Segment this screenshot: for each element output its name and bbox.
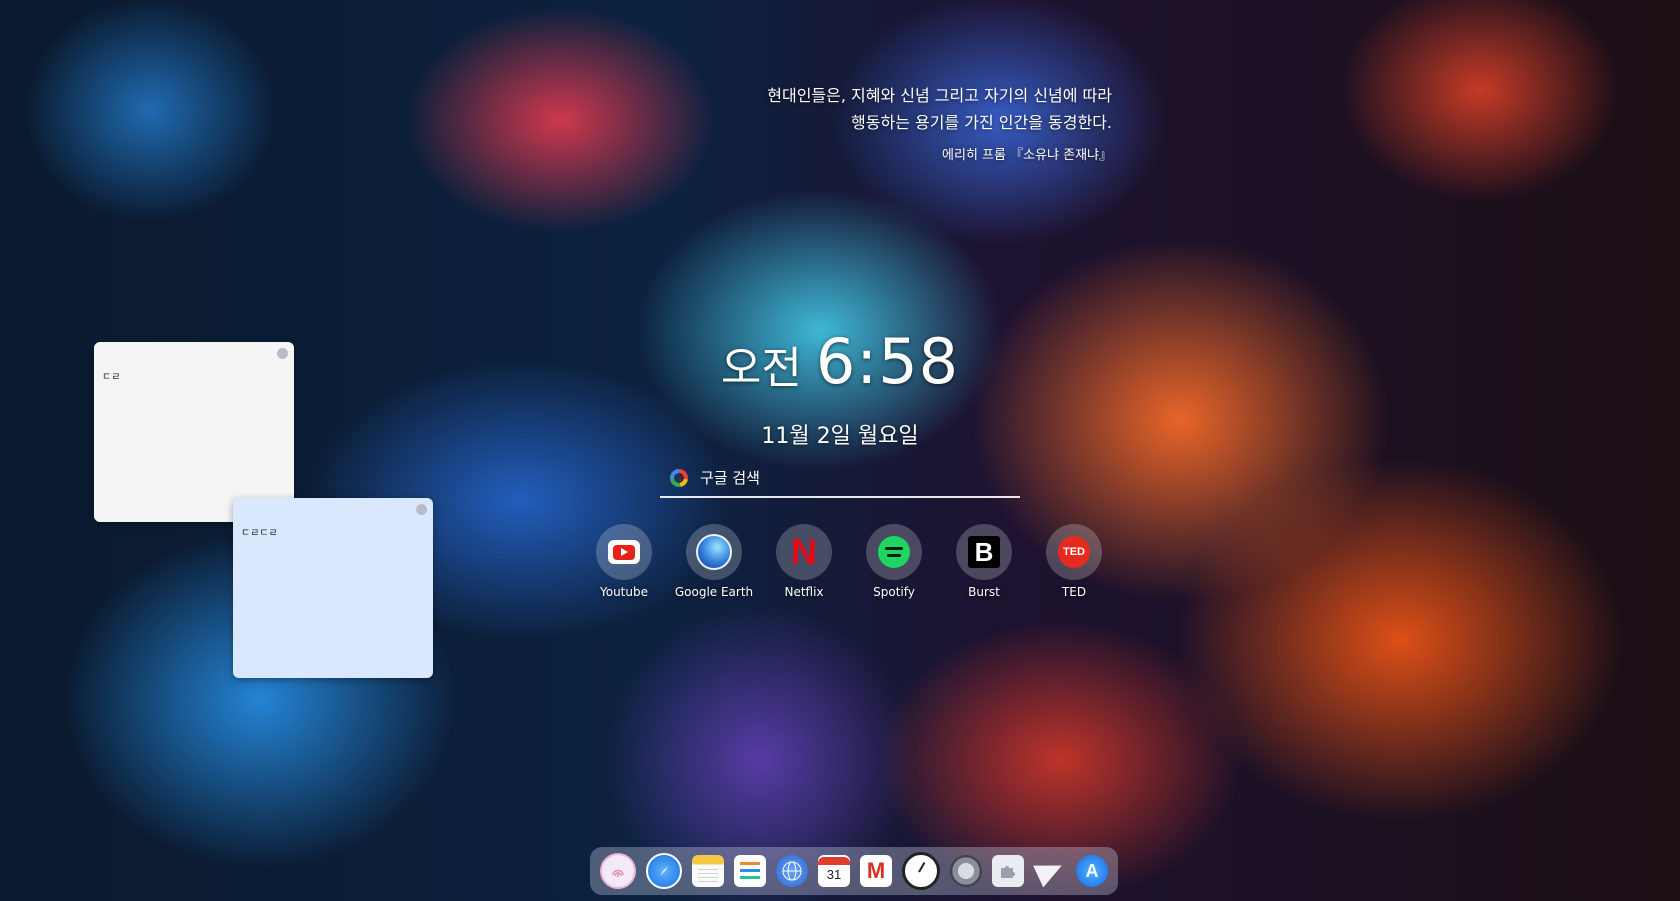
burst-icon: B: [956, 524, 1012, 580]
fingerprint-icon[interactable]: [600, 853, 636, 889]
send-icon[interactable]: [1033, 854, 1067, 888]
quote-line: 현대인들은, 지혜와 신념 그리고 자기의 신념에 따라: [767, 86, 1112, 105]
clock-icon[interactable]: [902, 852, 940, 890]
shortcut-netflix[interactable]: N Netflix: [770, 524, 838, 599]
clock-date: 11월 2일 월요일: [761, 424, 919, 449]
gmail-icon[interactable]: M: [860, 855, 892, 887]
note-close-dot-icon[interactable]: [416, 504, 427, 515]
note-close-dot-icon[interactable]: [277, 348, 288, 359]
sticky-note[interactable]: ㄷㄹㄷㄹ: [233, 498, 433, 678]
netflix-icon: N: [776, 524, 832, 580]
ted-icon: TED: [1046, 524, 1102, 580]
note-text[interactable]: ㄷㄹㄷㄹ: [241, 524, 278, 539]
clock-ampm: 오전: [720, 343, 802, 394]
reminders-icon[interactable]: [734, 855, 766, 887]
desktop: 현대인들은, 지혜와 신념 그리고 자기의 신념에 따라 행동하는 용기를 가진…: [0, 0, 1680, 901]
sticky-note[interactable]: ㄷㄹ: [94, 342, 294, 522]
shortcut-spotify[interactable]: Spotify: [860, 524, 928, 599]
shortcut-google-earth[interactable]: Google Earth: [675, 524, 753, 599]
quote-attribution: 에리히 프롬 『소유냐 존재냐』: [942, 148, 1112, 163]
quote-line: 행동하는 용기를 가진 인간을 동경한다.: [851, 113, 1112, 132]
shortcut-label: Netflix: [784, 585, 824, 599]
shortcut-ted[interactable]: TED TED: [1040, 524, 1108, 599]
shortcut-grid: Youtube Google Earth N Netflix Spotify B…: [590, 524, 1108, 599]
google-search-bar[interactable]: [660, 460, 1020, 498]
settings-icon[interactable]: [950, 855, 982, 887]
clock-widget: 오전 6:58: [600, 325, 1080, 398]
shortcut-label: Youtube: [600, 585, 648, 599]
youtube-icon: [596, 524, 652, 580]
dock: 31 M A: [590, 847, 1118, 895]
shortcut-label: Burst: [968, 585, 1000, 599]
shortcut-label: TED: [1061, 585, 1087, 599]
globe-icon[interactable]: [776, 855, 808, 887]
app-store-icon[interactable]: A: [1076, 855, 1108, 887]
search-input[interactable]: [698, 468, 1002, 488]
shortcut-label: Spotify: [873, 585, 915, 599]
google-earth-icon: [686, 524, 742, 580]
spotify-icon: [866, 524, 922, 580]
notes-icon[interactable]: [692, 855, 724, 887]
clock-time: 6:58: [815, 325, 960, 398]
note-text[interactable]: ㄷㄹ: [102, 368, 120, 383]
shortcut-burst[interactable]: B Burst: [950, 524, 1018, 599]
puzzle-icon[interactable]: [992, 855, 1024, 887]
google-icon: [670, 469, 688, 487]
shortcut-label: Google Earth: [674, 585, 754, 599]
calendar-icon[interactable]: 31: [818, 855, 850, 887]
shortcut-youtube[interactable]: Youtube: [590, 524, 658, 599]
safari-icon[interactable]: [646, 853, 682, 889]
quote-widget: 현대인들은, 지혜와 신념 그리고 자기의 신념에 따라 행동하는 용기를 가진…: [700, 82, 1112, 163]
